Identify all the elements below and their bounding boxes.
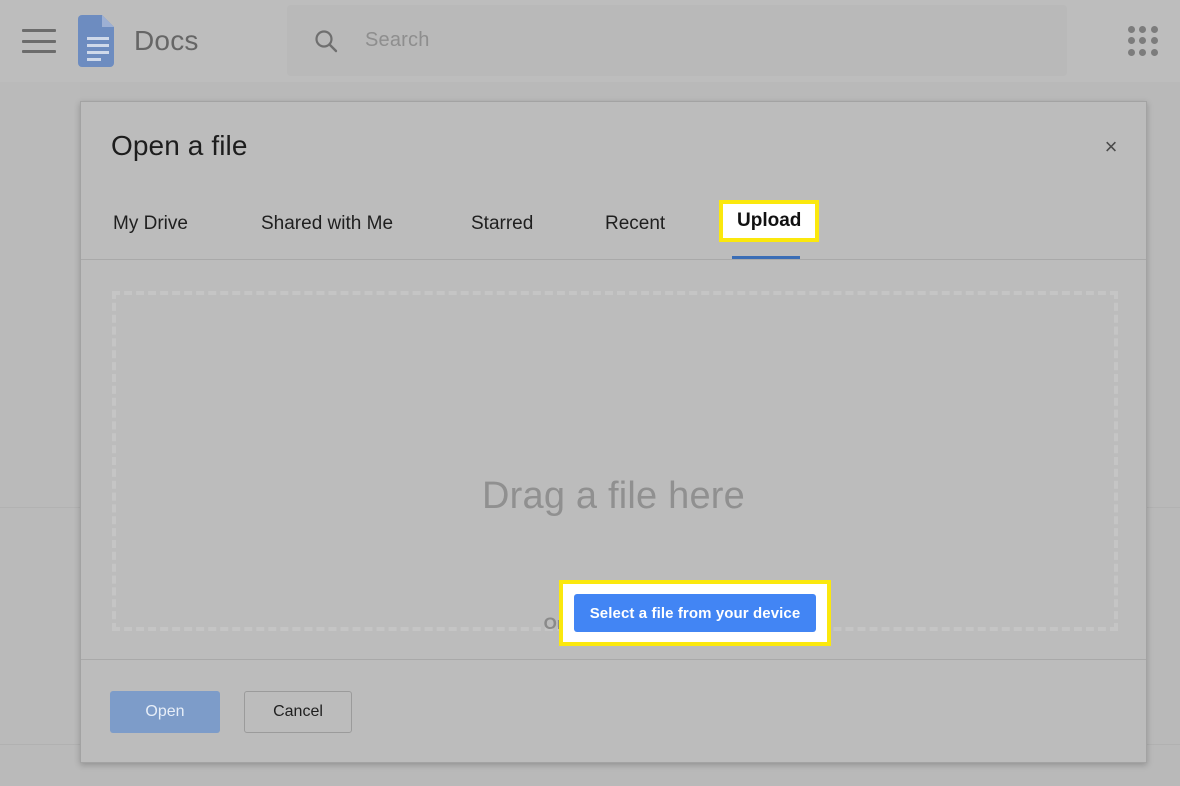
search-icon [313, 28, 339, 54]
cancel-button[interactable]: Cancel [244, 690, 352, 733]
close-icon[interactable]: × [1094, 130, 1128, 164]
tab-shared-with-me[interactable]: Shared with Me [259, 210, 395, 238]
search-input-placeholder[interactable]: Search [365, 29, 430, 52]
tab-recent[interactable]: Recent [603, 210, 667, 238]
dialog-header: Open a file × My Drive Shared with Me St… [81, 102, 1146, 260]
dialog-title: Open a file [111, 130, 248, 161]
dialog-tab-bar: My Drive Shared with Me Starred Recent U… [81, 200, 1146, 260]
open-button[interactable]: Open [110, 690, 220, 733]
google-docs-icon [78, 15, 118, 67]
page-left-gutter [0, 82, 80, 786]
app-header-bar: Docs Search [0, 0, 1180, 82]
apps-grid-icon[interactable] [1124, 22, 1162, 60]
dropzone-title: Drag a file here [481, 475, 745, 517]
dialog-footer: Open Cancel [81, 660, 1146, 763]
select-file-button[interactable]: Select a file from your device [574, 594, 816, 632]
tab-my-drive[interactable]: My Drive [111, 210, 190, 238]
page-root: Docs Search Open a file × My Drive Share… [0, 0, 1180, 786]
select-file-highlight-box: Select a file from your device [559, 580, 831, 646]
tab-upload[interactable]: Upload [719, 200, 820, 242]
app-title: Docs [134, 25, 199, 56]
tab-starred[interactable]: Starred [469, 210, 535, 238]
search-bar[interactable]: Search [287, 5, 1067, 76]
open-file-dialog: Open a file × My Drive Shared with Me St… [80, 101, 1147, 763]
hamburger-menu-icon[interactable] [22, 29, 56, 53]
